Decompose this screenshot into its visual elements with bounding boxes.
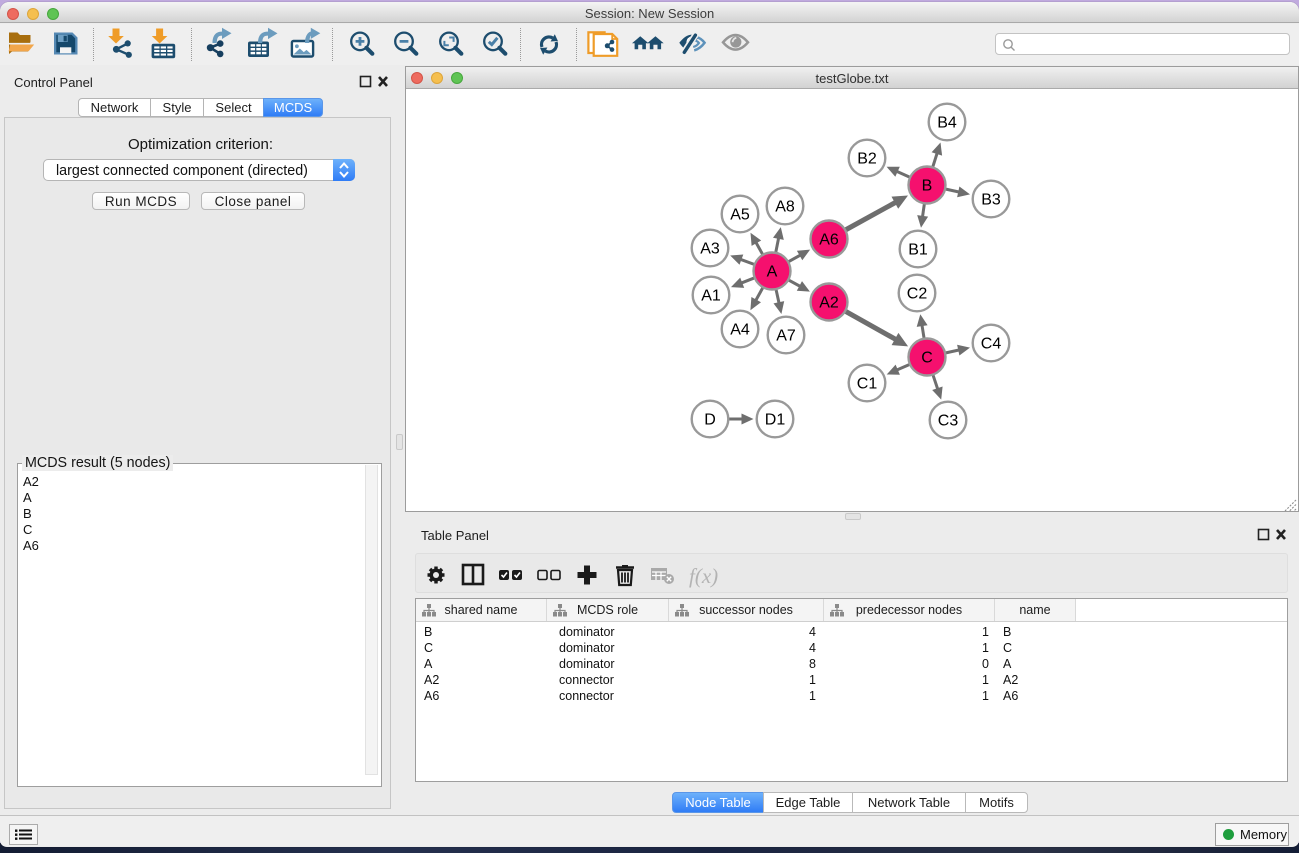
- svg-text:A1: A1: [701, 288, 721, 305]
- svg-text:A4: A4: [730, 322, 750, 339]
- svg-text:D1: D1: [765, 412, 786, 429]
- svg-text:C3: C3: [938, 413, 959, 430]
- svg-text:B3: B3: [981, 192, 1001, 209]
- svg-text:A: A: [767, 264, 778, 281]
- svg-text:C2: C2: [907, 286, 928, 303]
- svg-text:D: D: [704, 412, 716, 429]
- svg-text:A8: A8: [775, 199, 795, 216]
- svg-text:C4: C4: [981, 336, 1002, 353]
- svg-text:C1: C1: [857, 376, 878, 393]
- svg-text:C: C: [921, 350, 933, 367]
- svg-text:B: B: [922, 178, 933, 195]
- svg-text:A6: A6: [819, 232, 839, 249]
- svg-text:A3: A3: [700, 241, 720, 258]
- svg-text:A7: A7: [776, 328, 796, 345]
- svg-text:A2: A2: [819, 295, 839, 312]
- svg-text:B4: B4: [937, 115, 957, 132]
- svg-text:B1: B1: [908, 242, 928, 259]
- svg-text:A5: A5: [730, 207, 750, 224]
- svg-text:B2: B2: [857, 151, 877, 168]
